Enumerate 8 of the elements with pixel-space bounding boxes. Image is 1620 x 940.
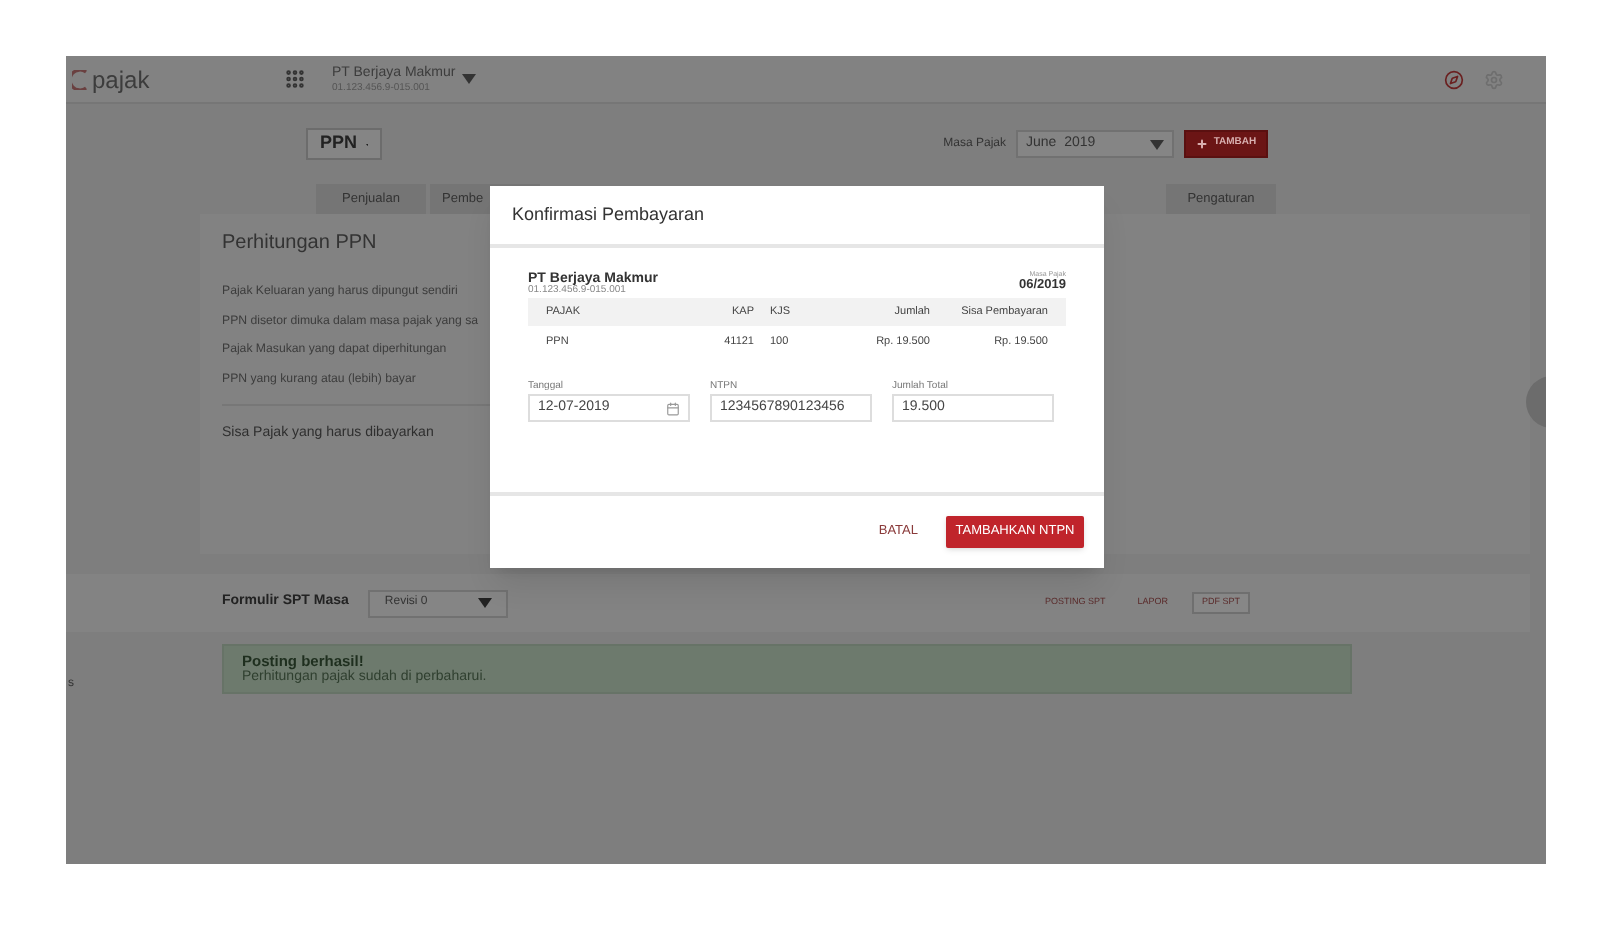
compass-icon[interactable] — [1444, 69, 1464, 89]
panel-title: Perhitungan PPN — [222, 234, 379, 254]
plus-icon — [1195, 138, 1208, 150]
tax-type-dropdown[interactable]: PPN — [306, 128, 382, 160]
apps-grid-icon[interactable] — [284, 68, 306, 90]
calendar-icon — [666, 401, 680, 415]
logo-icon — [72, 69, 88, 89]
logo-text: pajak — [92, 67, 150, 91]
